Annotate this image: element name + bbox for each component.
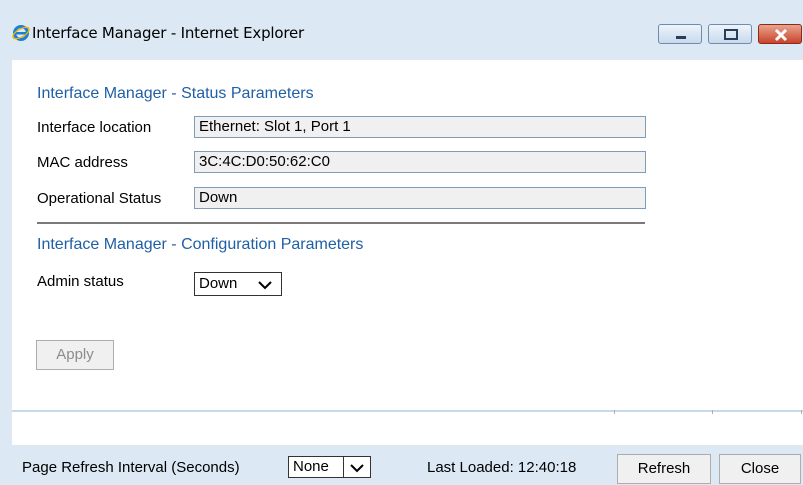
separator-tick [614,410,615,414]
config-section-title: Interface Manager - Configuration Parame… [37,236,364,253]
separator-tick [712,410,713,414]
admin-status-value: Down [199,275,238,292]
admin-status-label: Admin status [37,273,124,290]
select-divider [343,457,344,477]
separator-tick [801,410,802,414]
window-titlebar: Interface Manager - Internet Explorer [0,0,803,60]
minimize-button[interactable] [658,24,702,44]
admin-status-select[interactable]: Down [194,272,282,296]
status-section-title: Interface Manager - Status Parameters [37,85,314,102]
operational-status-label: Operational Status [37,190,162,207]
apply-button[interactable]: Apply [36,340,114,370]
close-window-button[interactable] [758,24,802,44]
refresh-interval-select[interactable]: None [288,456,371,478]
content-separator [12,410,803,412]
last-loaded-text: Last Loaded: 12:40:18 [427,459,577,476]
chevron-down-icon [258,281,272,290]
refresh-interval-label: Page Refresh Interval (Seconds) [22,459,240,476]
operational-status-field: Down [194,187,646,209]
window-left-border [0,60,12,485]
mac-address-label: MAC address [37,154,128,171]
maximize-icon [724,29,738,40]
window-title: Interface Manager - Internet Explorer [32,24,305,42]
mac-address-field: 3C:4C:D0:50:62:C0 [194,151,646,173]
minimize-icon [676,36,686,39]
close-button[interactable]: Close [719,454,801,484]
maximize-button[interactable] [708,24,752,44]
interface-location-label: Interface location [37,119,152,136]
refresh-button[interactable]: Refresh [617,454,711,484]
refresh-interval-value: None [293,458,329,475]
close-icon [774,28,788,42]
interface-location-field: Ethernet: Slot 1, Port 1 [194,116,646,138]
internet-explorer-icon [12,25,30,41]
chevron-down-icon [350,464,364,473]
section-divider [37,222,645,224]
